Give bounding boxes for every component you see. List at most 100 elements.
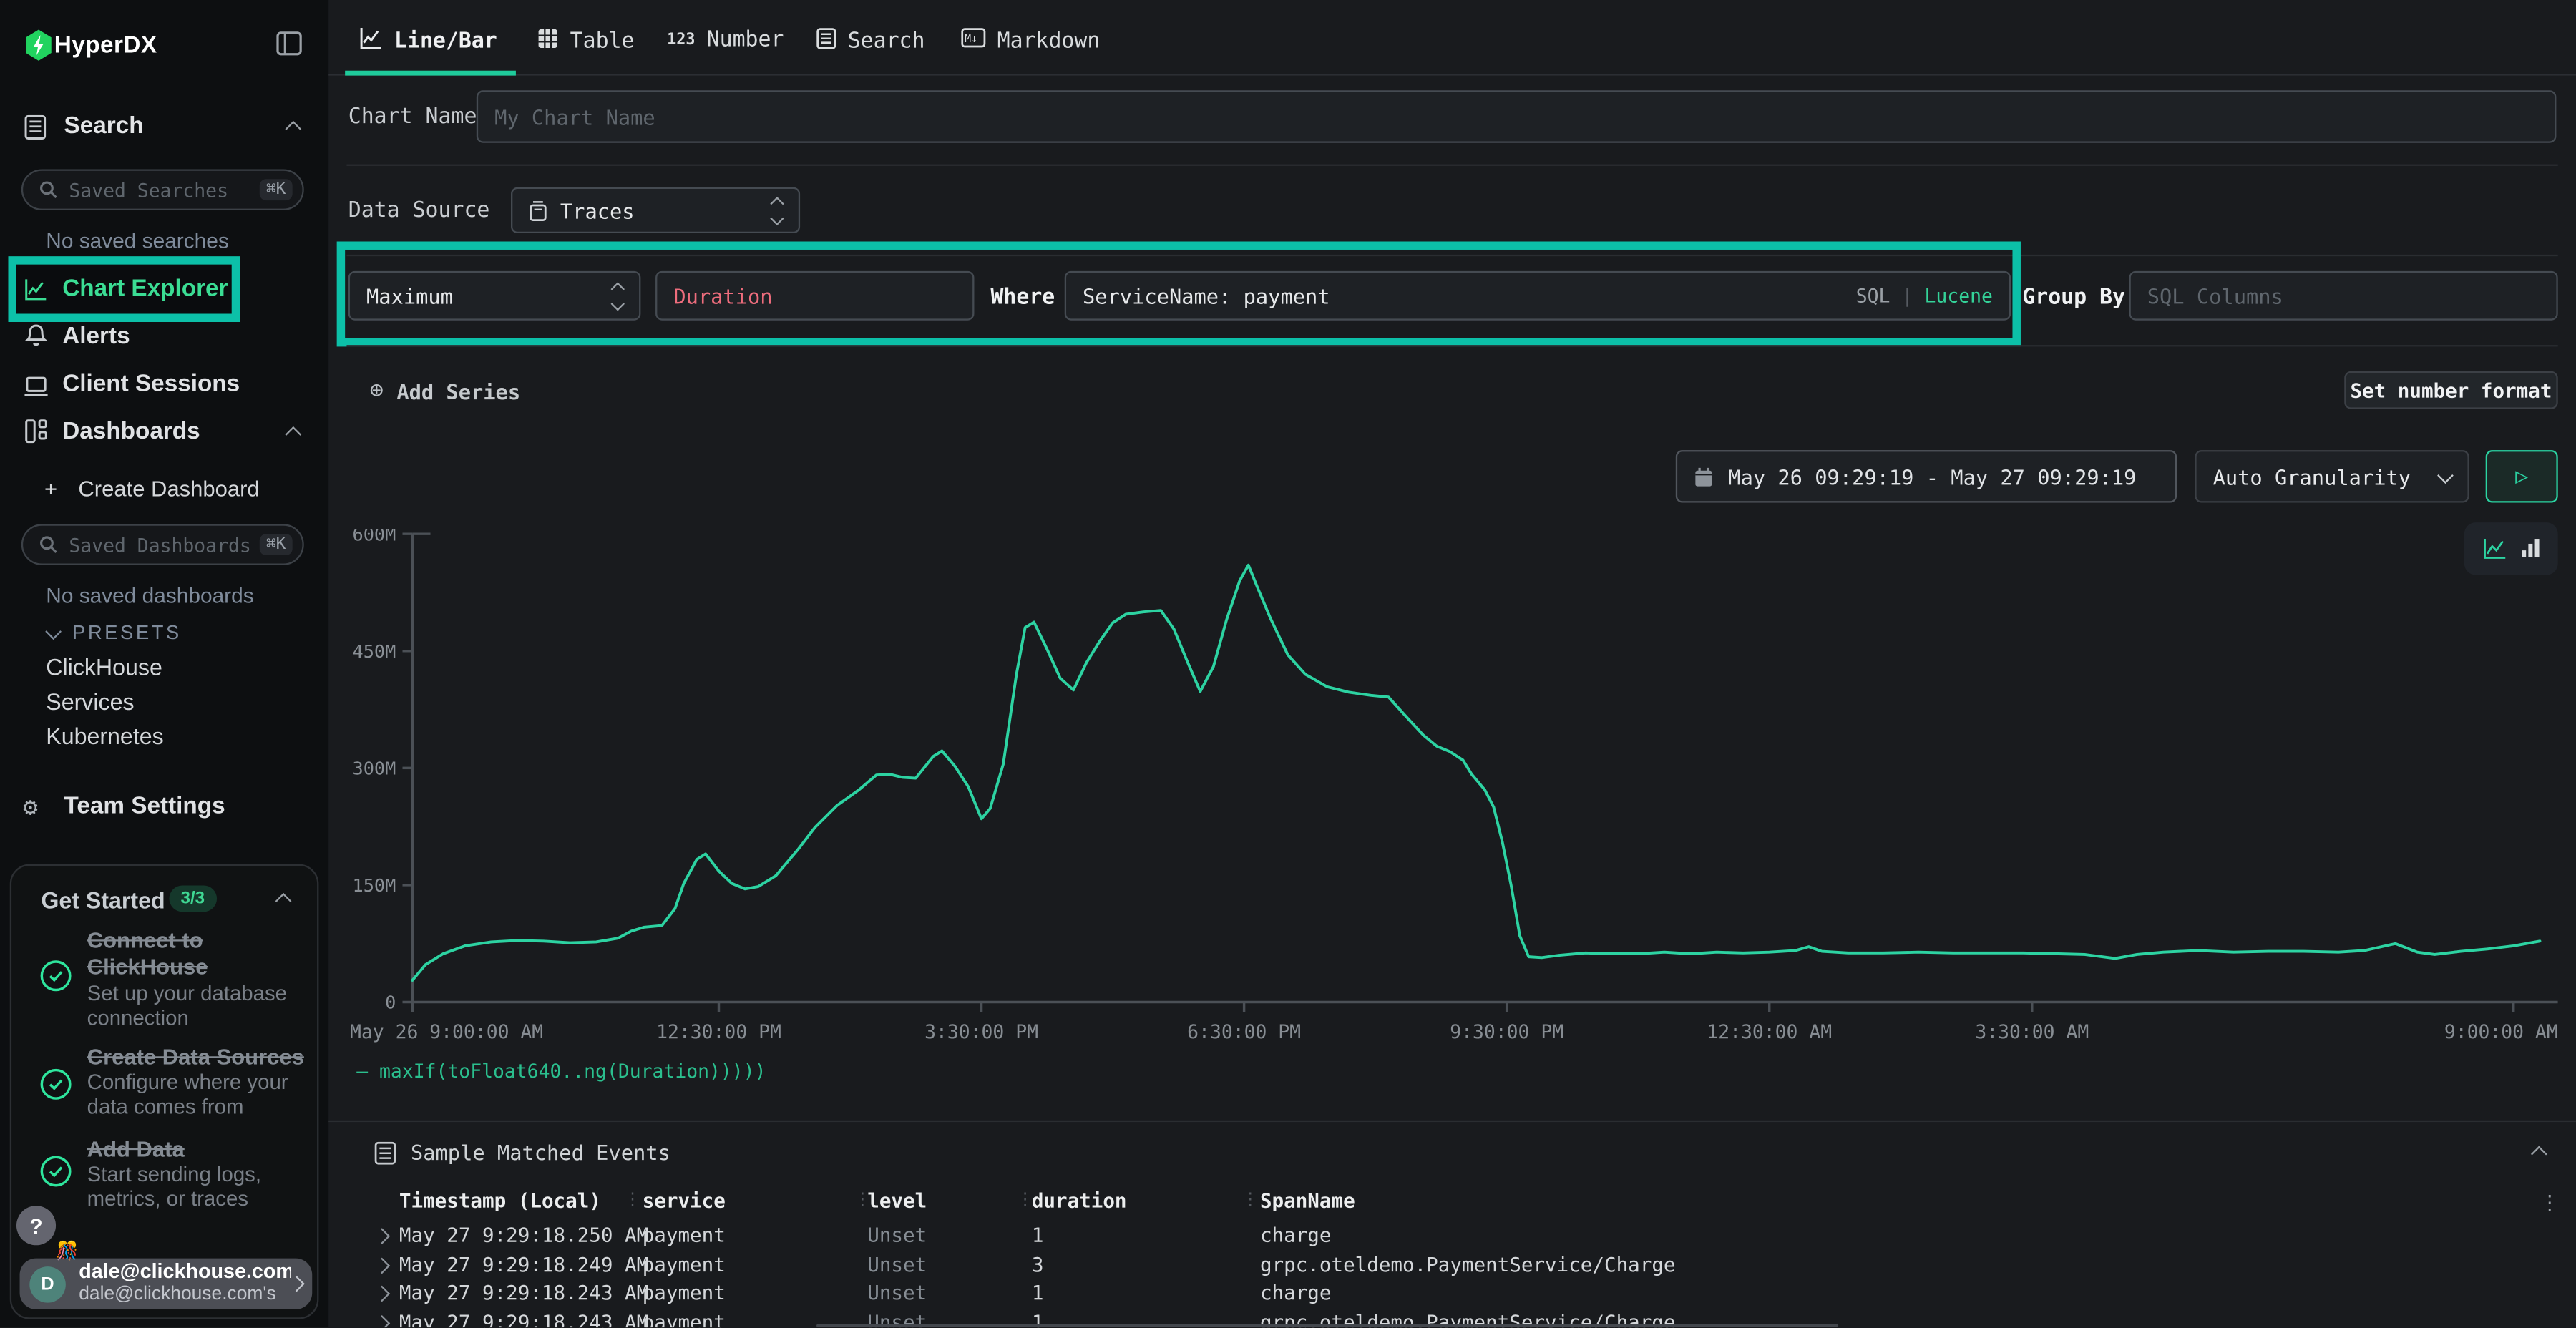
get-started-item-title[interactable]: Connect to ClickHouse xyxy=(87,928,285,982)
data-source-value: Traces xyxy=(560,198,635,223)
data-source-select[interactable]: Traces xyxy=(511,187,800,233)
timeseries-chart[interactable]: 600M450M300M150M0May 26 9:00:00 AM12:30:… xyxy=(350,529,2558,1051)
group-by-input[interactable]: SQL Columns xyxy=(2129,271,2557,321)
search-section-collapse-icon[interactable] xyxy=(285,121,301,137)
column-header-level[interactable]: level xyxy=(867,1189,927,1212)
calendar-icon xyxy=(1694,466,1714,487)
database-icon xyxy=(529,200,547,221)
sidebar-item-client-sessions[interactable]: Client Sessions xyxy=(62,371,240,398)
tab-search[interactable]: Search xyxy=(816,28,924,56)
sidebar-item-team-settings[interactable]: Team Settings xyxy=(64,794,225,820)
chart-explorer-icon xyxy=(24,276,47,308)
search-icon xyxy=(39,181,57,199)
column-header-spanname[interactable]: SpanName xyxy=(1260,1189,1355,1212)
where-search-input[interactable]: ServiceName: payment SQL | Lucene xyxy=(1065,271,2011,321)
where-value: ServiceName: payment xyxy=(1083,283,1330,308)
column-header-timestamp[interactable]: Timestamp (Local) xyxy=(399,1189,601,1212)
tabbar-divider xyxy=(328,73,2576,75)
svg-text:9:00:00 AM: 9:00:00 AM xyxy=(2444,1021,2558,1043)
expand-row-icon[interactable] xyxy=(374,1286,390,1302)
bar-chart-toggle-icon[interactable] xyxy=(2519,533,2541,565)
get-started-item-subtitle: Configure where your data comes from xyxy=(87,1071,301,1120)
alerts-bell-icon xyxy=(24,323,47,355)
sql-mode-toggle[interactable]: SQL xyxy=(1856,284,1890,307)
run-query-button[interactable]: ▷ xyxy=(2486,450,2558,502)
expand-row-icon[interactable] xyxy=(374,1314,390,1328)
horizontal-scrollbar[interactable] xyxy=(816,1323,1838,1327)
saved-dashboards-input[interactable]: Saved Dashboards ⌘K xyxy=(21,524,304,565)
saved-searches-shortcut: ⌘K xyxy=(260,179,293,200)
sidebar-item-chart-explorer[interactable]: Chart Explorer xyxy=(62,276,228,303)
column-resize-handle[interactable]: ⋮ xyxy=(1242,1191,1259,1209)
chevron-down-icon xyxy=(2437,467,2454,483)
column-resize-handle[interactable]: ⋮ xyxy=(854,1191,871,1209)
svg-text:6:30:00 PM: 6:30:00 PM xyxy=(1187,1021,1301,1043)
chart-name-input[interactable]: My Chart Name xyxy=(477,90,2557,142)
expand-row-icon[interactable] xyxy=(374,1228,390,1244)
column-header-service[interactable]: service xyxy=(643,1189,726,1212)
svg-text:150M: 150M xyxy=(352,875,396,896)
create-dashboard-button[interactable]: + Create Dashboard xyxy=(44,477,260,501)
svg-text:May 26 9:00:00 AM: May 26 9:00:00 AM xyxy=(350,1021,543,1043)
tab-markdown[interactable]: M↓ Markdown xyxy=(961,28,1100,54)
set-number-format-button[interactable]: Set number format xyxy=(2344,371,2557,409)
field-input[interactable]: Duration xyxy=(655,271,974,321)
get-started-item-subtitle: Set up your database connection xyxy=(87,982,298,1031)
events-panel-title: Sample Matched Events xyxy=(411,1140,670,1164)
chart-name-placeholder: My Chart Name xyxy=(494,104,655,129)
get-started-item-title[interactable]: Add Data xyxy=(87,1137,309,1164)
saved-searches-placeholder: Saved Searches xyxy=(69,178,259,201)
check-circle-icon xyxy=(39,1068,72,1108)
svg-text:3:30:00 AM: 3:30:00 AM xyxy=(1975,1021,2089,1043)
table-menu-icon[interactable]: ⋮ xyxy=(2540,1191,2560,1214)
column-resize-handle[interactable]: ⋮ xyxy=(1017,1191,1033,1209)
add-series-button[interactable]: ⊕ Add Series xyxy=(370,378,521,404)
presets-header[interactable]: PRESETS xyxy=(72,621,182,644)
preset-item-kubernetes[interactable]: Kubernetes xyxy=(46,723,163,749)
get-started-collapse-icon[interactable] xyxy=(275,893,292,909)
plus-icon: + xyxy=(44,477,57,501)
divider xyxy=(328,1120,2576,1122)
line-chart-toggle-icon[interactable] xyxy=(2482,538,2506,560)
play-icon: ▷ xyxy=(2515,464,2528,489)
help-button[interactable]: ? xyxy=(16,1206,56,1245)
table-icon xyxy=(537,28,559,56)
expand-row-icon[interactable] xyxy=(374,1256,390,1273)
sidebar-item-alerts[interactable]: Alerts xyxy=(62,323,130,350)
circle-plus-icon: ⊕ xyxy=(370,378,384,404)
aggregation-select[interactable]: Maximum xyxy=(348,271,641,321)
avatar: D xyxy=(29,1266,66,1302)
user-menu[interactable]: D dale@clickhouse.com dale@clickhouse.co… xyxy=(20,1259,313,1309)
preset-item-services[interactable]: Services xyxy=(46,688,134,715)
sidebar-section-search[interactable]: Search xyxy=(64,113,144,140)
hyperdx-logo-icon xyxy=(24,29,52,67)
granularity-select[interactable]: Auto Granularity xyxy=(2195,450,2469,502)
get-started-item-title[interactable]: Create Data Sources xyxy=(87,1045,309,1072)
sidebar-item-dashboards[interactable]: Dashboards xyxy=(62,419,200,445)
tab-line-bar[interactable]: Line/Bar xyxy=(360,28,497,56)
lucene-mode-toggle[interactable]: Lucene xyxy=(1925,284,1993,307)
collapse-sidebar-icon[interactable] xyxy=(276,31,303,63)
saved-searches-input[interactable]: Saved Searches ⌘K xyxy=(21,169,304,210)
sidebar: HyperDX Search Saved Searches ⌘K No save… xyxy=(0,0,328,1328)
tab-number[interactable]: 123 Number xyxy=(667,28,784,52)
date-range-picker[interactable]: May 26 09:29:19 - May 27 09:29:19 xyxy=(1676,450,2177,502)
dashboards-collapse-icon[interactable] xyxy=(285,426,301,443)
search-section-icon xyxy=(24,115,46,147)
date-range-value: May 26 09:29:19 - May 27 09:29:19 xyxy=(1728,464,2136,489)
svg-text:0: 0 xyxy=(385,992,396,1013)
column-resize-handle[interactable]: ⋮ xyxy=(624,1191,640,1209)
presets-collapse-icon[interactable] xyxy=(45,623,62,640)
preset-item-clickhouse[interactable]: ClickHouse xyxy=(46,654,162,680)
brand-title: HyperDX xyxy=(54,33,157,59)
123-icon: 123 xyxy=(667,31,695,49)
chart-legend[interactable]: — maxIf(toFloat640..ng(Duration))))) xyxy=(356,1060,766,1083)
column-header-duration[interactable]: duration xyxy=(1032,1189,1127,1212)
tab-table[interactable]: Table xyxy=(537,28,635,56)
svg-text:450M: 450M xyxy=(352,641,396,662)
group-by-label: Group By xyxy=(2022,285,2125,310)
hyperdx-app: HyperDX Search Saved Searches ⌘K No save… xyxy=(0,0,2576,1328)
markdown-icon: M↓ xyxy=(961,28,985,54)
events-panel-collapse-icon[interactable] xyxy=(2531,1146,2547,1163)
get-started-item-subtitle: Start sending logs, metrics, or traces xyxy=(87,1163,301,1211)
